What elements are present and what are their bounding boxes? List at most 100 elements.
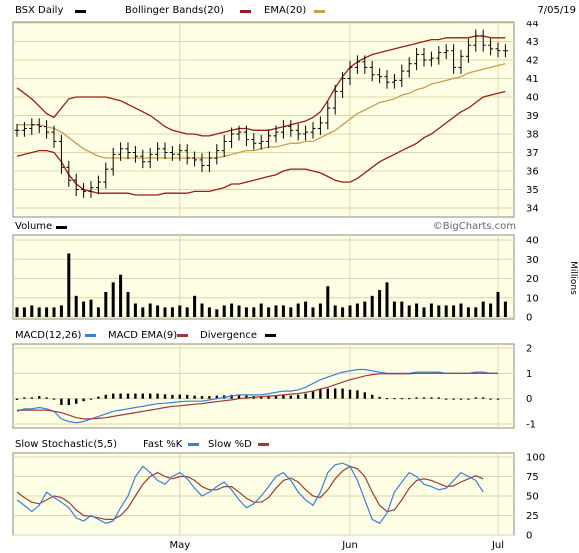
volume-bar [52, 307, 56, 317]
volume-bar [30, 305, 34, 317]
stochastic-tick-label: 0 [526, 531, 532, 542]
volume-bar [119, 274, 123, 317]
volume-tick-label: 20 [526, 274, 539, 285]
volume-bar [466, 307, 470, 317]
volume-tick-label: 10 [526, 293, 539, 304]
divergence-bar [112, 393, 115, 399]
macd-header [0, 326, 579, 341]
volume-bar [281, 305, 285, 317]
volume-bar [378, 290, 382, 317]
volume-bar [67, 253, 71, 317]
volume-bar [341, 307, 345, 317]
divergence-bar [304, 393, 307, 399]
bollinger-label: Bollinger Bands(20) [125, 5, 224, 16]
macd-tick-label: 0 [526, 394, 532, 405]
volume-bar [15, 307, 19, 317]
macd-plot-area [12, 343, 515, 429]
volume-bar [96, 307, 100, 317]
volume-bar [156, 305, 160, 317]
divergence-bar [193, 395, 196, 399]
volume-bar [333, 305, 337, 317]
x-tick-label: Jun [341, 540, 358, 551]
divergence-bar [400, 398, 403, 400]
volume-bar [370, 295, 374, 317]
volume-bar [392, 301, 396, 317]
price-tick-label: 36 [526, 167, 539, 178]
divergence-swatch [265, 334, 276, 337]
divergence-bar [393, 398, 396, 400]
divergence-bar [378, 396, 381, 399]
volume-bar [148, 303, 152, 317]
volume-bar [259, 303, 263, 317]
volume-bar [267, 307, 271, 317]
price-tick-label: 34 [526, 204, 539, 215]
volume-bar [74, 295, 78, 317]
divergence-bar [141, 393, 144, 399]
divergence-bar [430, 397, 433, 399]
macd-swatch [85, 334, 96, 337]
date-label: 7/05/19 [537, 5, 576, 16]
divergence-bar [459, 398, 463, 400]
divergence-bar [67, 398, 70, 405]
price-tick-label: 41 [526, 74, 539, 85]
macd-panel: MACD(12,26) MACD EMA(9) Divergence -1 0 1 2 [0, 326, 579, 431]
divergence-bar [178, 394, 181, 399]
divergence-bar [437, 397, 440, 399]
divergence-bar [474, 397, 477, 399]
divergence-bar [356, 390, 359, 399]
divergence-bar [311, 391, 315, 399]
ticker-swatch [75, 10, 86, 13]
divergence-bar [385, 398, 389, 400]
divergence-bar [30, 397, 33, 399]
volume-bar [400, 301, 404, 317]
price-tick-label: 37 [526, 148, 539, 159]
divergence-bar [408, 398, 411, 400]
stochastic-tick-label: 25 [526, 511, 539, 522]
macd-tick-label: -1 [526, 420, 536, 431]
slow-d-swatch [258, 443, 269, 446]
divergence-bar [163, 394, 167, 399]
price-tick-label: 40 [526, 93, 539, 104]
volume-bar [222, 305, 226, 317]
volume-tick-label: 0 [526, 313, 532, 324]
fast-k-swatch [188, 443, 199, 446]
divergence-bar [15, 398, 19, 400]
watermark: ©BigCharts.com [433, 221, 516, 232]
divergence-bar [126, 393, 130, 399]
divergence-bar [200, 396, 204, 399]
price-tick-label: 35 [526, 185, 539, 196]
divergence-bar [363, 392, 366, 399]
divergence-bar [119, 393, 122, 399]
volume-bar [318, 303, 322, 317]
volume-bar [207, 307, 211, 317]
stochastic-tick-label: 75 [526, 472, 539, 483]
price-tick-label: 38 [526, 130, 539, 141]
price-tick-label: 42 [526, 56, 539, 67]
macd-ema-swatch [177, 334, 188, 337]
volume-panel: Volume ©BigCharts.com 0 10 20 30 40 Millions [0, 218, 579, 324]
volume-bar [89, 299, 93, 317]
divergence-bar [348, 389, 352, 399]
volume-tick-label: 30 [526, 255, 539, 266]
volume-bar [407, 305, 411, 317]
divergence-bar [156, 393, 159, 399]
volume-bar [193, 295, 197, 317]
stochastic-tick-label: 100 [526, 453, 545, 464]
volume-bar [304, 301, 308, 317]
stochastic-tick-label: 50 [526, 492, 539, 503]
stochastic-panel: Slow Stochastic(5,5) Fast %K Slow %D 0 25… [0, 434, 579, 542]
divergence-bar [60, 398, 63, 405]
divergence-bar [97, 396, 100, 399]
volume-bar [37, 307, 41, 317]
divergence-bar [334, 388, 337, 399]
volume-bar [481, 301, 485, 317]
divergence-bar [82, 398, 85, 402]
volume-bar [489, 303, 493, 317]
divergence-bar [289, 395, 292, 399]
volume-bar [111, 282, 115, 317]
divergence-bar [149, 393, 152, 399]
volume-bar [503, 301, 507, 317]
volume-bar [444, 305, 448, 317]
price-tick-label: 43 [526, 37, 539, 48]
divergence-bar [23, 397, 26, 399]
